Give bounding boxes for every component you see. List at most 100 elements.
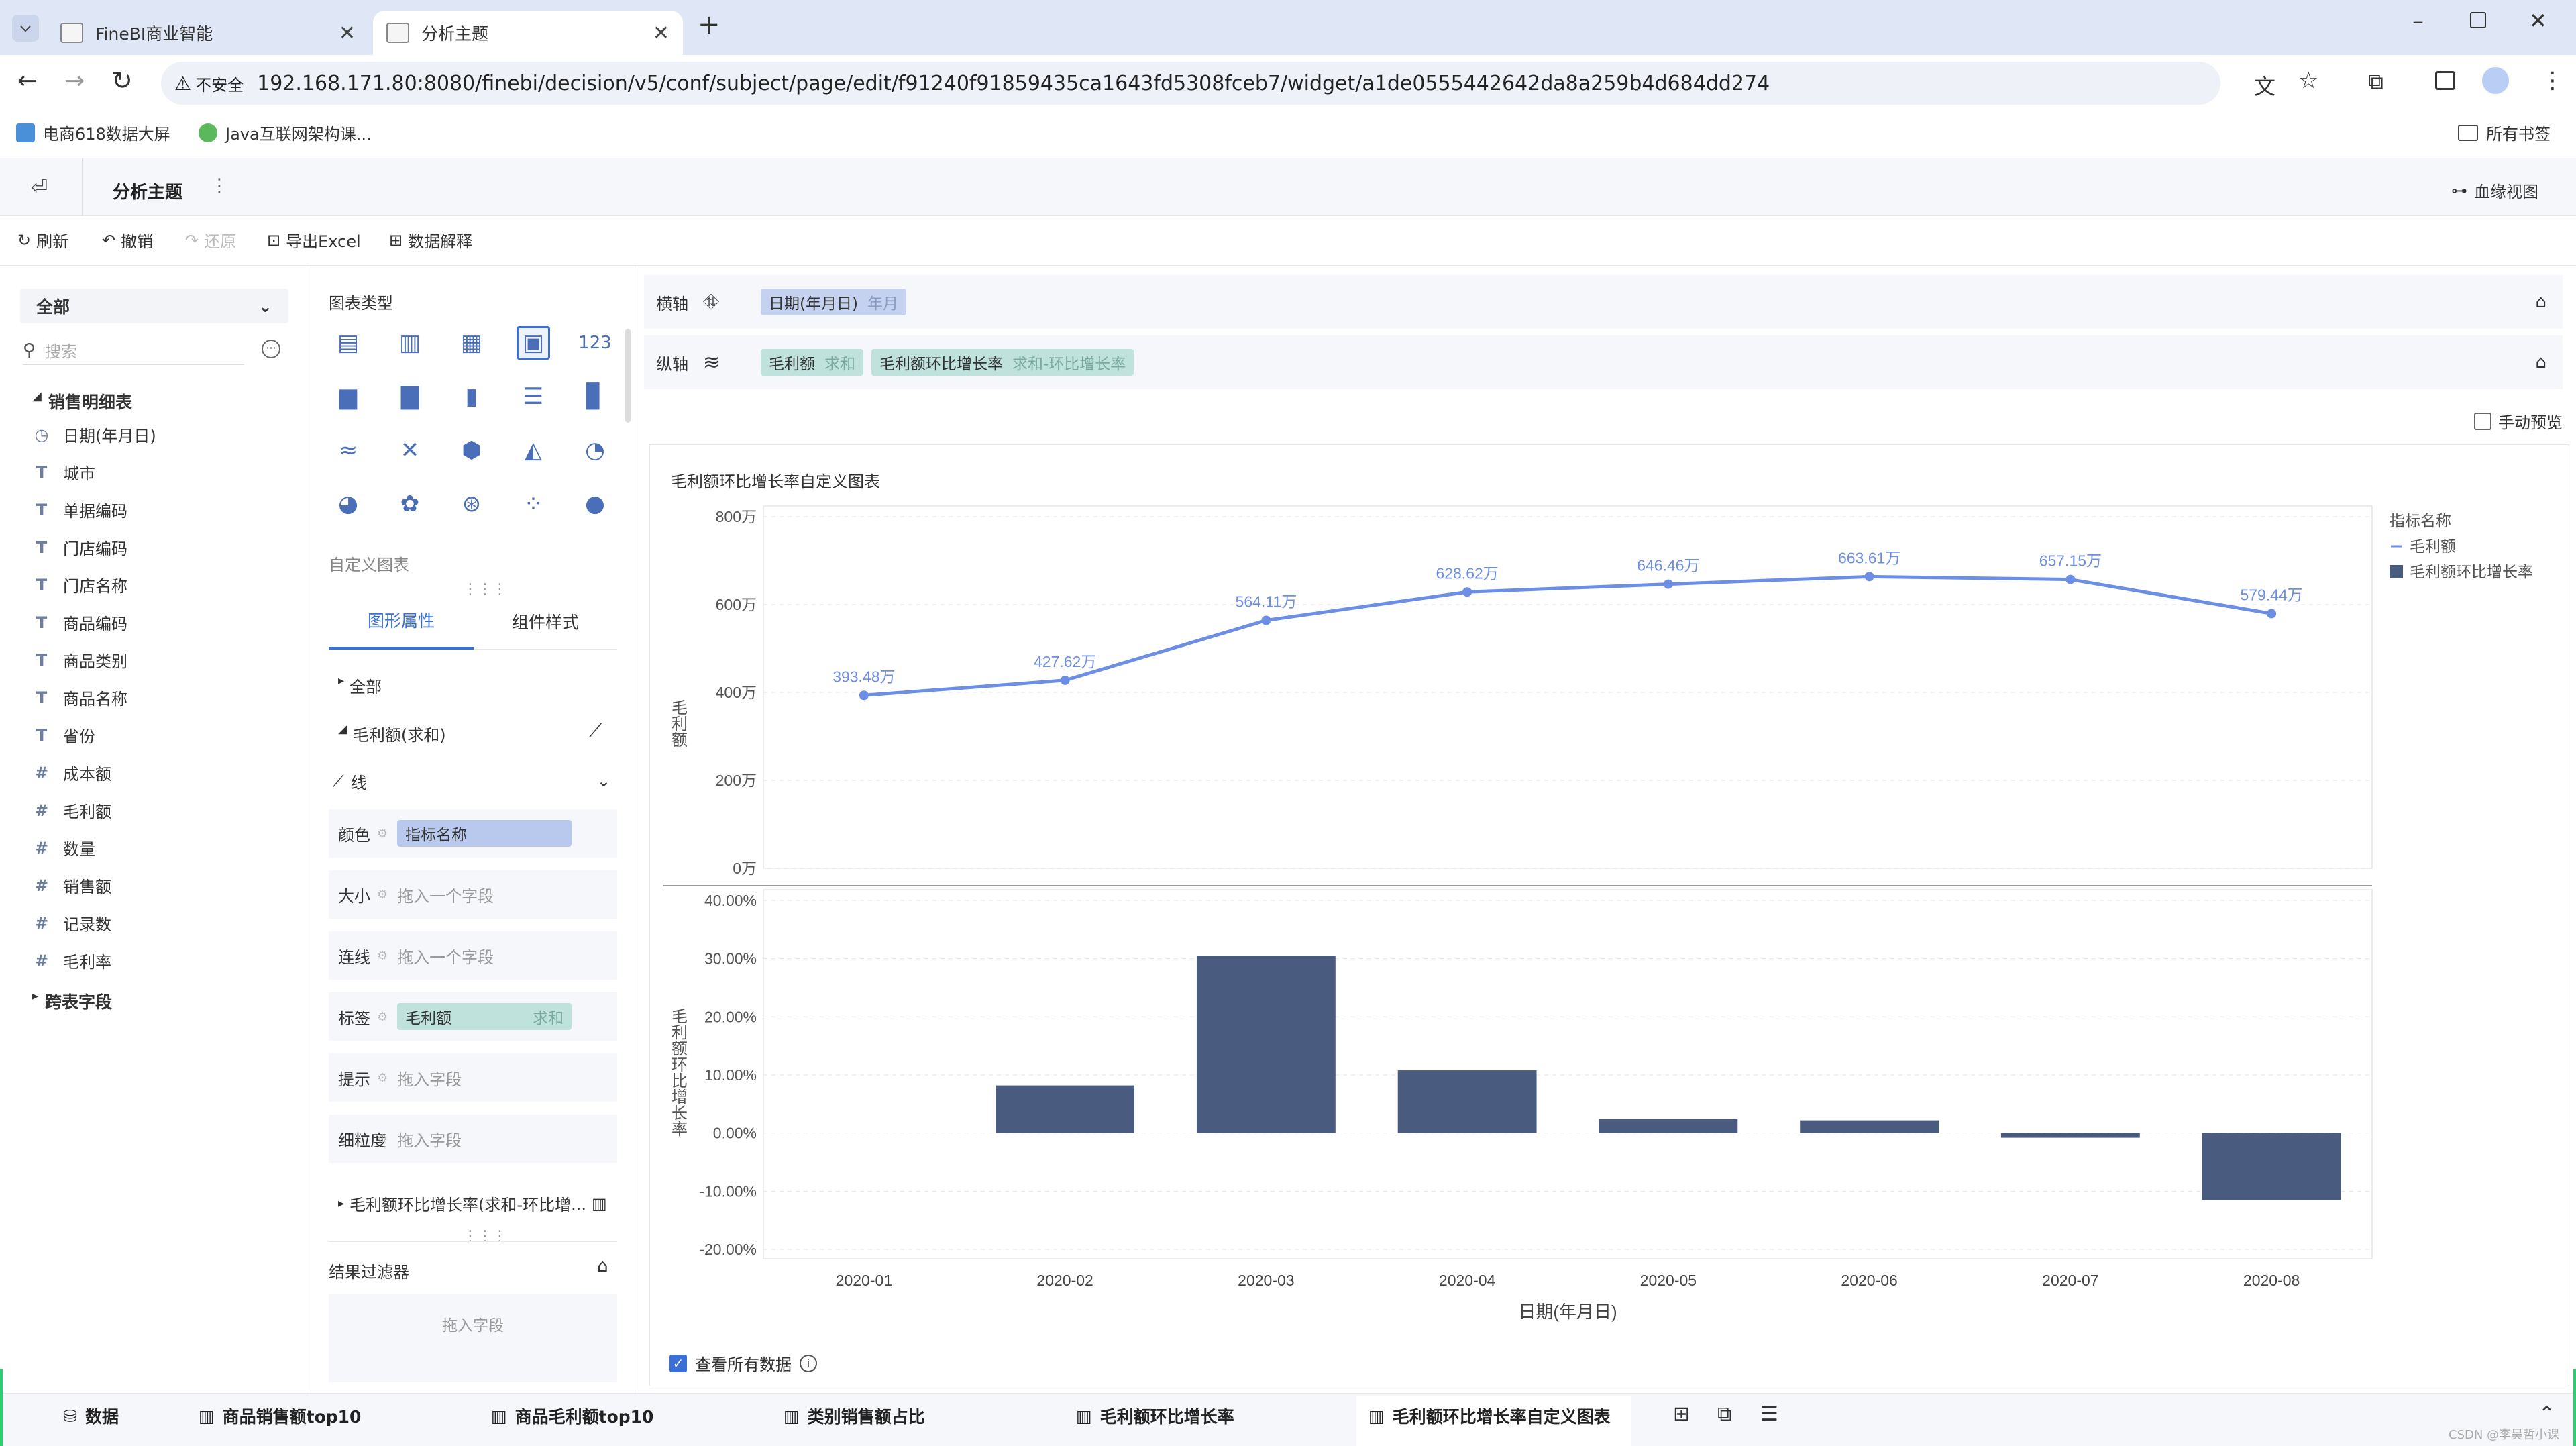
extensions-icon[interactable]: ⧉ (2368, 68, 2383, 95)
field-item[interactable]: ◷ 日期(年月日) (34, 423, 156, 446)
bookmark-star-icon[interactable]: ☆ (2298, 67, 2318, 94)
kpi-icon[interactable]: 123 (578, 326, 612, 360)
field-pill[interactable]: 毛利额 求和 (397, 1003, 572, 1030)
field-item[interactable]: T 门店编码 (34, 535, 127, 559)
scatter-line-icon[interactable]: ✕ (393, 433, 427, 467)
field-item[interactable]: T 门店名称 (34, 573, 127, 597)
x-field-pill[interactable]: 日期(年月日) 年月 (761, 289, 906, 315)
back-icon[interactable]: ← (17, 67, 38, 95)
data-explain-button[interactable]: ⊞ 数据解释 (389, 228, 472, 252)
stacked-bar-icon[interactable]: ▆ (331, 380, 365, 413)
profile-avatar[interactable] (2482, 67, 2509, 94)
polygon-icon[interactable]: ⬢ (455, 433, 488, 467)
prop-row[interactable]: 细粒度 ⚙ 拖入字段 (329, 1115, 617, 1163)
forward-icon[interactable]: → (64, 67, 85, 95)
drag-handle[interactable]: ⋮⋮⋮ (463, 1228, 507, 1245)
add-component-icon[interactable]: ⊞ (1673, 1402, 1690, 1426)
field-item[interactable]: # 成本额 (34, 761, 111, 784)
settings-icon[interactable]: ⚙ (377, 827, 388, 841)
field-search-input[interactable]: ⚲ 搜索 (23, 335, 244, 365)
lock-icon[interactable]: ⌂ (2535, 352, 2546, 372)
prop-row[interactable]: 提示 ⚙ 拖入字段 (329, 1053, 617, 1102)
axis-type-icon[interactable]: ⛗ (703, 291, 757, 314)
scrollbar[interactable] (625, 329, 631, 423)
cross-table-fields[interactable]: ▸ 跨表字段 (32, 989, 112, 1013)
range-bar-icon[interactable]: ▊ (578, 380, 612, 413)
group-bar-icon[interactable]: ▇ (393, 380, 427, 413)
settings-icon[interactable]: ⚙ (377, 1132, 388, 1146)
menu-icon[interactable]: ⋮ (2541, 67, 2564, 94)
field-item[interactable]: # 记录数 (34, 911, 111, 935)
add-dashboard-icon[interactable]: ⧉ (1717, 1402, 1731, 1426)
line-chart-icon[interactable]: ⟋ (589, 719, 602, 742)
lock-icon[interactable]: ⌂ (597, 1256, 608, 1276)
lineage-view-button[interactable]: ⊶ 血缘视图 (2451, 178, 2538, 202)
field-item[interactable]: # 毛利率 (34, 949, 111, 972)
browser-tab-analysis[interactable]: 分析主题 ✕ (373, 11, 683, 55)
field-item[interactable]: T 商品编码 (34, 611, 127, 634)
component-tab[interactable]: ▥ 毛利额环比增长率 (1076, 1404, 1234, 1428)
add-story-icon[interactable]: ☰ (1760, 1402, 1778, 1426)
filter-drop-zone[interactable]: 拖入字段 (329, 1294, 617, 1382)
reload-icon[interactable]: ↻ (111, 66, 133, 95)
settings-icon[interactable]: ⚙ (377, 1071, 388, 1085)
y-field-pill[interactable]: 毛利额环比增长率 求和-环比增长率 (871, 349, 1134, 376)
collapse-up-icon[interactable]: ⌃ (2538, 1402, 2555, 1426)
measure1-node[interactable]: ◢ 毛利额(求和) (338, 722, 446, 745)
detail-table-icon[interactable]: ▦ (455, 326, 488, 360)
more-options-icon[interactable]: ··· (262, 340, 280, 358)
bookmark-item[interactable]: 电商618数据大屏 (16, 121, 170, 144)
field-item[interactable]: T 商品类别 (34, 648, 127, 672)
scope-select[interactable]: 全部 ⌄ (20, 289, 288, 323)
prop-row[interactable]: 颜色 ⚙ 指标名称 (329, 809, 617, 858)
field-item[interactable]: T 省份 (34, 723, 95, 747)
tab-list-button[interactable] (12, 15, 39, 42)
bar-h-icon[interactable]: ☰ (517, 380, 550, 413)
axis-type-icon[interactable]: ≋ (703, 351, 757, 374)
minimize-icon[interactable]: – (2412, 8, 2424, 35)
cross-table-icon[interactable]: ▥ (393, 326, 427, 360)
exit-icon[interactable]: ⏎ (31, 176, 48, 199)
component-tab[interactable]: ▥ 商品销售额top10 (199, 1404, 361, 1428)
custom-chart-icon[interactable]: ▣ (517, 326, 550, 360)
scatter-icon[interactable]: ⁘ (517, 487, 550, 521)
gauge-icon[interactable]: ◔ (578, 433, 612, 467)
close-window-icon[interactable]: ✕ (2529, 8, 2547, 34)
line-icon[interactable]: ≈ (331, 433, 365, 467)
browser-tab-finebi[interactable]: FineBI商业智能 ✕ (47, 11, 369, 55)
measure2-node[interactable]: ▸ 毛利额环比增长率(求和-环比增... ▥ (338, 1192, 607, 1215)
component-tab[interactable]: ▥ 类别销售额占比 (784, 1404, 925, 1428)
mark-type-select[interactable]: ⟋ 线 ⌄ (333, 766, 617, 796)
view-all-data-checkbox[interactable]: ✓ 查看所有数据 i (669, 1351, 817, 1375)
info-icon[interactable]: i (800, 1354, 817, 1372)
radar-icon[interactable]: ⊛ (455, 487, 488, 521)
prop-row[interactable]: 大小 ⚙ 拖入一个字段 (329, 870, 617, 919)
rose-icon[interactable]: ✿ (393, 487, 427, 521)
prop-row[interactable]: 连线 ⚙ 拖入一个字段 (329, 931, 617, 980)
field-pill[interactable]: 指标名称 (397, 820, 572, 847)
manual-preview-checkbox[interactable]: 手动预览 (2474, 409, 2563, 433)
translate-icon[interactable]: 文 (2254, 70, 2275, 101)
component-tab[interactable]: ▥ 毛利额环比增长率自定义图表 (1368, 1404, 1611, 1428)
maximize-icon[interactable] (2470, 12, 2486, 28)
address-bar[interactable]: ⚠ 不安全 192.168.171.80:8080/finebi/decisio… (161, 62, 2220, 105)
area-icon[interactable]: ◭ (517, 433, 550, 467)
settings-icon[interactable]: ⚙ (377, 1010, 388, 1024)
sidebar-icon[interactable] (2435, 71, 2455, 90)
field-item[interactable]: T 单据编码 (34, 498, 127, 521)
tab-graphic-props[interactable]: 图形属性 (329, 593, 474, 650)
table-node[interactable]: ◢ 销售明细表 (32, 389, 132, 413)
new-tab-button[interactable]: + (698, 9, 720, 40)
refresh-button[interactable]: ↻ 刷新 (17, 228, 68, 252)
component-tab[interactable]: ▥ 商品毛利额top10 (491, 1404, 653, 1428)
redo-button[interactable]: ↷ 还原 (185, 228, 236, 252)
bubble-icon[interactable]: ● (578, 487, 612, 521)
field-item[interactable]: # 销售额 (34, 874, 111, 897)
lock-icon[interactable]: ⌂ (2535, 292, 2546, 312)
data-tab[interactable]: ⛁ 数据 (63, 1404, 119, 1428)
more-icon[interactable]: ⋮ (211, 176, 228, 196)
field-item[interactable]: # 毛利额 (34, 798, 111, 822)
settings-icon[interactable]: ⚙ (377, 888, 388, 902)
table-icon[interactable]: ▤ (331, 326, 365, 360)
bookmark-item[interactable]: Java互联网架构课... (199, 121, 372, 144)
